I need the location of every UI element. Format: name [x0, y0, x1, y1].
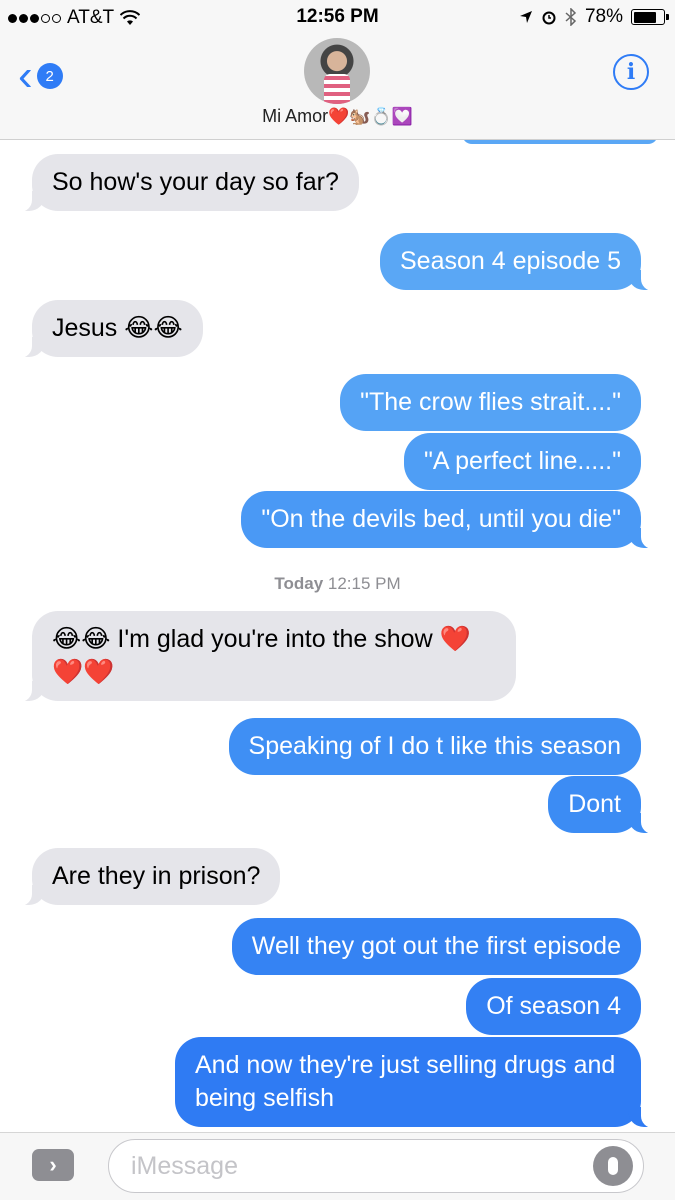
previous-message-edge — [462, 140, 658, 144]
back-button[interactable]: ‹ 2 — [18, 54, 63, 98]
timestamp: Today 12:15 PM — [0, 574, 675, 594]
message-bubble-outgoing[interactable]: Of season 4 — [466, 978, 641, 1035]
chevron-left-icon: ‹ — [18, 51, 33, 100]
unread-badge: 2 — [36, 63, 63, 89]
message-bubble-outgoing[interactable]: Season 4 episode 5 — [379, 233, 656, 291]
message-bubble-incoming[interactable]: Are they in prison? — [17, 848, 281, 906]
microphone-icon[interactable] — [593, 1146, 633, 1186]
input-bar: › — [0, 1132, 675, 1200]
bluetooth-icon — [565, 8, 577, 26]
message-bubble-outgoing[interactable]: "On the devils bed, until you die" — [241, 491, 655, 549]
message-text: 😂😂 I'm glad you're into the show ❤️❤️❤️ — [52, 625, 471, 686]
message-bubble-outgoing[interactable]: "The crow flies strait...." — [340, 374, 641, 431]
message-text: Jesus 😂😂 — [52, 314, 183, 342]
message-bubble-outgoing[interactable]: "A perfect line....." — [403, 433, 641, 490]
battery-fill — [633, 11, 657, 23]
message-thread[interactable]: So how's your day so far? Season 4 episo… — [0, 140, 675, 1132]
status-right: 78% — [519, 6, 669, 28]
message-bubble-outgoing[interactable]: Well they got out the first episode — [231, 918, 641, 975]
message-bubble-outgoing[interactable]: Speaking of I do t like this season — [228, 718, 641, 775]
chevron-right-icon[interactable]: › — [32, 1149, 74, 1181]
contact-name[interactable]: Mi Amor❤️🐿️💍💟 — [0, 106, 675, 127]
message-bubble-incoming[interactable]: So how's your day so far? — [18, 154, 359, 212]
alarm-icon — [542, 11, 556, 25]
location-arrow-icon — [519, 11, 532, 23]
status-bar: AT&T 12:56 PM 78% — [0, 0, 675, 36]
avatar[interactable] — [304, 38, 370, 104]
conversation-header: ‹ 2 Mi Amor❤️🐿️💍💟 i — [0, 36, 675, 140]
battery-icon — [631, 9, 669, 25]
timestamp-day: Today — [274, 574, 324, 593]
message-bubble-incoming[interactable]: 😂😂 I'm glad you're into the show ❤️❤️❤️ — [18, 611, 516, 702]
battery-percent: 78% — [584, 6, 623, 27]
message-bubble-outgoing[interactable]: And now they're just selling drugs and b… — [175, 1037, 655, 1128]
contact-name-text: Mi Amor — [262, 106, 329, 126]
message-bubble-incoming[interactable]: Jesus 😂😂 — [18, 300, 203, 358]
message-bubble-outgoing[interactable]: Dont — [548, 776, 655, 834]
contact-name-emoji: ❤️🐿️💍💟 — [328, 107, 413, 126]
info-icon[interactable]: i — [613, 54, 649, 90]
timestamp-time: 12:15 PM — [327, 574, 401, 593]
message-input[interactable] — [108, 1139, 644, 1193]
